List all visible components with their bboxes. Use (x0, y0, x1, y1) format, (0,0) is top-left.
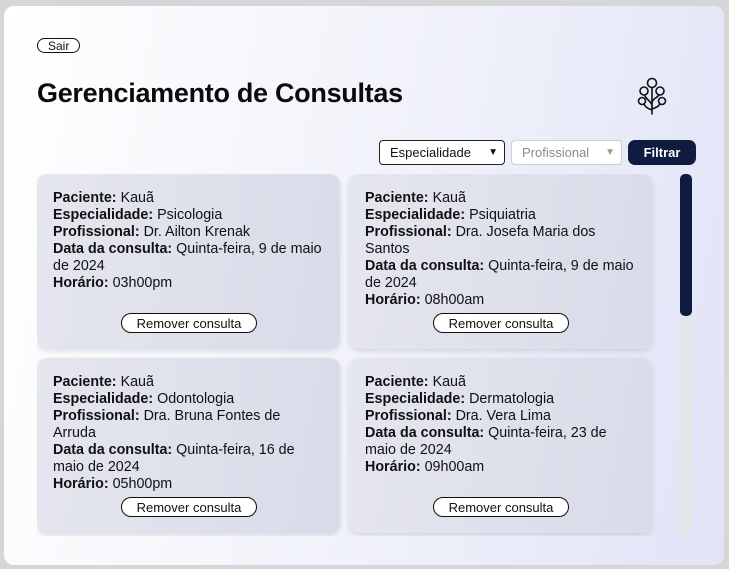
patient-row: Paciente: Kauã (365, 374, 636, 391)
patient-row: Paciente: Kauã (365, 190, 636, 207)
professional-label: Profissional: (365, 224, 452, 240)
patient-value: Kauã (120, 374, 154, 390)
professional-row: Profissional: Dra. Vera Lima (365, 408, 636, 425)
date-label: Data da consulta: (53, 442, 173, 458)
date-row: Data da consulta: Quinta-feira, 23 de ma… (365, 425, 636, 459)
specialty-row: Especialidade: Psiquiatria (365, 207, 636, 224)
professional-value: Dr. Ailton Krenak (143, 224, 251, 240)
date-label: Data da consulta: (365, 258, 485, 274)
patient-value: Kauã (432, 190, 466, 206)
professional-row: Profissional: Dra. Josefa Maria dos Sant… (365, 224, 636, 258)
time-row: Horário: 09h00am (365, 459, 636, 476)
patient-label: Paciente: (365, 374, 429, 390)
specialty-select[interactable]: Especialidade ▼ (379, 140, 505, 165)
patient-value: Kauã (432, 374, 466, 390)
professional-select[interactable]: Profissional ▼ (511, 140, 622, 165)
appointment-card: Paciente: Kauã Especialidade: Psicologia… (37, 174, 340, 349)
appointment-list: Paciente: Kauã Especialidade: Psicologia… (37, 174, 662, 536)
time-label: Horário: (53, 476, 109, 492)
appointment-card: Paciente: Kauã Especialidade: Dermatolog… (349, 358, 652, 533)
specialty-label: Especialidade: (365, 207, 466, 223)
scrollbar-thumb[interactable] (680, 174, 692, 316)
time-value: 08h00am (424, 292, 485, 308)
patient-label: Paciente: (53, 190, 117, 206)
patient-label: Paciente: (53, 374, 117, 390)
remove-appointment-button[interactable]: Remover consulta (121, 313, 257, 333)
chevron-down-icon: ▼ (605, 147, 615, 158)
time-row: Horário: 03h00pm (53, 275, 324, 292)
professional-label: Profissional: (365, 408, 452, 424)
time-row: Horário: 08h00am (365, 292, 636, 309)
time-value: 09h00am (424, 459, 485, 475)
specialty-value: Dermatologia (469, 391, 555, 407)
specialty-value: Psiquiatria (469, 207, 536, 223)
logout-button[interactable]: Sair (37, 38, 81, 53)
date-row: Data da consulta: Quinta-feira, 16 de ma… (53, 442, 324, 476)
chevron-down-icon: ▼ (488, 147, 498, 158)
specialty-label: Especialidade: (53, 391, 154, 407)
professional-row: Profissional: Dra. Bruna Fontes de Arrud… (53, 408, 324, 442)
time-label: Horário: (365, 459, 421, 475)
professional-select-value: Profissional (522, 145, 590, 160)
professional-row: Profissional: Dr. Ailton Krenak (53, 224, 324, 241)
professional-label: Profissional: (53, 408, 140, 424)
remove-appointment-button[interactable]: Remover consulta (121, 497, 257, 517)
page-title: Gerenciamento de Consultas (37, 78, 403, 108)
date-label: Data da consulta: (53, 241, 173, 257)
professional-value: Dra. Vera Lima (455, 408, 551, 424)
scrollbar-track[interactable] (680, 174, 692, 536)
professional-label: Profissional: (53, 224, 140, 240)
main-panel: Sair Gerenciamento de Consultas Especial… (4, 6, 724, 565)
patient-label: Paciente: (365, 190, 429, 206)
remove-appointment-button[interactable]: Remover consulta (433, 313, 569, 333)
time-label: Horário: (53, 275, 109, 291)
specialty-select-value: Especialidade (390, 145, 471, 160)
time-row: Horário: 05h00pm (53, 476, 324, 493)
date-row: Data da consulta: Quinta-feira, 9 de mai… (53, 241, 324, 275)
appointment-card: Paciente: Kauã Especialidade: Odontologi… (37, 358, 340, 533)
specialty-row: Especialidade: Psicologia (53, 207, 324, 224)
time-label: Horário: (365, 292, 421, 308)
specialty-label: Especialidade: (365, 391, 466, 407)
specialty-value: Psicologia (157, 207, 223, 223)
appointment-card: Paciente: Kauã Especialidade: Psiquiatri… (349, 174, 652, 349)
time-value: 05h00pm (112, 476, 173, 492)
patient-row: Paciente: Kauã (53, 190, 324, 207)
tree-icon (637, 77, 667, 115)
specialty-label: Especialidade: (53, 207, 154, 223)
specialty-value: Odontologia (157, 391, 235, 407)
filter-bar: Especialidade ▼ Profissional ▼ Filtrar (379, 140, 696, 165)
filter-button[interactable]: Filtrar (628, 140, 696, 165)
remove-appointment-button[interactable]: Remover consulta (433, 497, 569, 517)
patient-row: Paciente: Kauã (53, 374, 324, 391)
date-label: Data da consulta: (365, 425, 485, 441)
patient-value: Kauã (120, 190, 154, 206)
specialty-row: Especialidade: Odontologia (53, 391, 324, 408)
date-row: Data da consulta: Quinta-feira, 9 de mai… (365, 258, 636, 292)
specialty-row: Especialidade: Dermatologia (365, 391, 636, 408)
time-value: 03h00pm (112, 275, 173, 291)
